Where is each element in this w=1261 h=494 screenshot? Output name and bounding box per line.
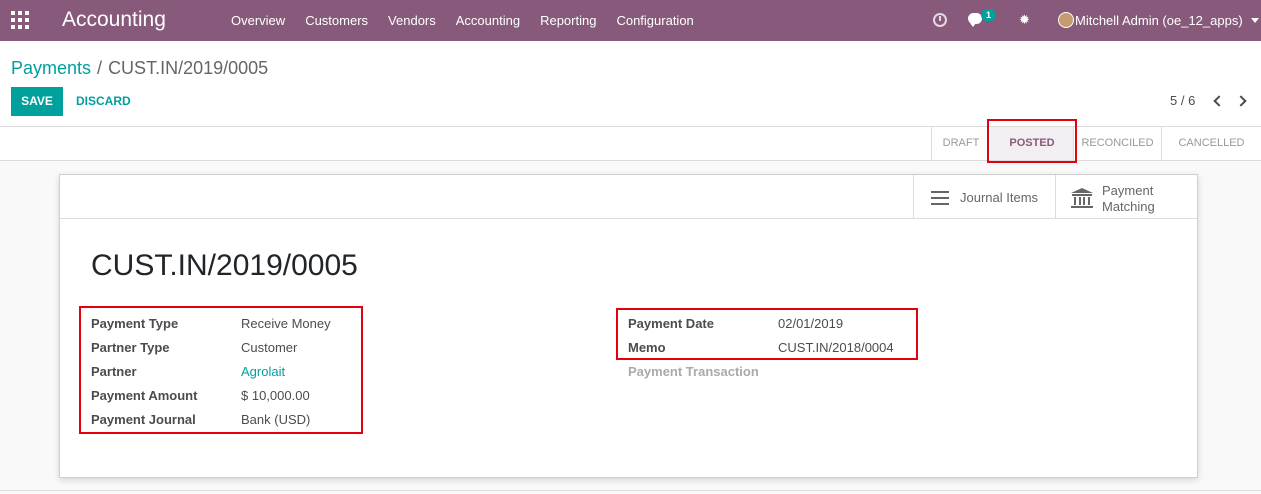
divider [0, 490, 1261, 491]
stage-draft[interactable]: DRAFT [931, 127, 991, 160]
debug-bug-icon[interactable]: ✹ [1019, 12, 1030, 28]
stage-reconciled[interactable]: RECONCILED [1074, 127, 1161, 160]
control-panel: Payments / CUST.IN/2019/0005 SAVE DISCARD … [0, 41, 1261, 127]
top-navbar: Accounting Overview Customers Vendors Ac… [0, 0, 1261, 41]
discard-button[interactable]: DISCARD [66, 87, 141, 116]
pager-next-button[interactable] [1235, 93, 1249, 109]
apps-menu-icon[interactable] [11, 11, 29, 29]
journal-items-button[interactable]: Journal Items [913, 175, 1055, 218]
chevron-left-icon [1213, 95, 1225, 107]
user-avatar[interactable] [1058, 12, 1074, 28]
breadcrumb: Payments / CUST.IN/2019/0005 [11, 58, 268, 79]
list-icon [931, 191, 949, 205]
right-fields-highlight-box [616, 308, 918, 360]
user-menu[interactable]: Mitchell Admin (oe_12_apps) [1075, 13, 1243, 28]
menu-overview[interactable]: Overview [221, 0, 295, 41]
menu-vendors[interactable]: Vendors [378, 0, 446, 41]
payment-matching-button[interactable]: Payment Matching [1055, 175, 1197, 218]
activity-clock-icon[interactable] [933, 13, 947, 27]
chat-icon[interactable] [968, 13, 982, 27]
app-title: Accounting [62, 8, 166, 31]
chat-count-badge: 1 [981, 9, 997, 21]
chevron-right-icon [1235, 95, 1247, 107]
main-menu: Overview Customers Vendors Accounting Re… [221, 0, 704, 41]
breadcrumb-current: CUST.IN/2019/0005 [108, 58, 269, 78]
breadcrumb-payments-link[interactable]: Payments [11, 58, 91, 78]
field-payment-transaction: Payment Transaction [628, 364, 928, 384]
stage-cancelled[interactable]: CANCELLED [1162, 127, 1261, 160]
stage-divider [931, 127, 932, 160]
bank-icon [1071, 188, 1093, 208]
payment-matching-label-1: Payment [1102, 183, 1154, 198]
menu-customers[interactable]: Customers [295, 0, 378, 41]
left-fields-highlight-box [79, 306, 363, 434]
record-title: CUST.IN/2019/0005 [91, 249, 358, 282]
menu-accounting[interactable]: Accounting [446, 0, 530, 41]
payment-matching-label-2: Matching [1102, 199, 1155, 214]
breadcrumb-separator: / [97, 58, 103, 78]
menu-configuration[interactable]: Configuration [606, 0, 703, 41]
smart-button-box: Journal Items Payment Matching [60, 175, 1197, 219]
journal-items-label: Journal Items [960, 190, 1039, 205]
posted-highlight-box [987, 119, 1077, 163]
menu-reporting[interactable]: Reporting [530, 0, 606, 41]
chevron-down-icon[interactable] [1251, 18, 1259, 23]
field-label: Payment Transaction [628, 364, 759, 379]
pager-value[interactable]: 5 / 6 [1170, 93, 1195, 108]
pager-previous-button[interactable] [1211, 93, 1225, 109]
save-button[interactable]: SAVE [11, 87, 63, 116]
